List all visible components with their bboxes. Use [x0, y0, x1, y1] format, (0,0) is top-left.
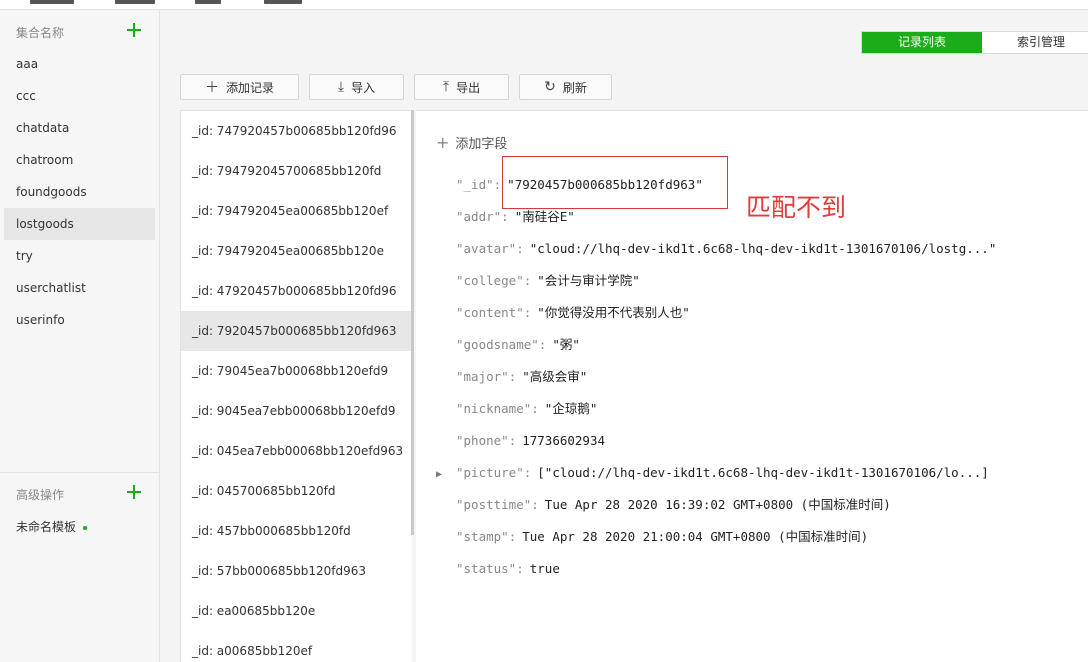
field-value: "高级会审" [522, 369, 588, 384]
field-row[interactable]: "nickname": "企琼鹅" [436, 398, 1086, 430]
export-label: 导出 [456, 80, 481, 95]
record-item[interactable]: _id: 045700685bb120fd [181, 471, 412, 511]
field-key: "avatar" [456, 241, 517, 256]
record-item[interactable]: _id: 794792045700685bb120fd [181, 151, 412, 191]
record-item[interactable]: _id: a00685bb120ef [181, 631, 412, 662]
collection-item-foundgoods[interactable]: foundgoods [4, 176, 155, 208]
add-field-label: 添加字段 [455, 137, 508, 152]
record-item[interactable]: _id: ea00685bb120e [181, 591, 412, 631]
collection-item-userinfo[interactable]: userinfo [4, 304, 155, 336]
tab-records[interactable]: 记录列表 [862, 32, 982, 53]
view-tabs: 记录列表 索引管理 [861, 31, 1088, 54]
unsaved-dot-icon [83, 525, 88, 530]
collection-item-lostgoods[interactable]: lostgoods [4, 208, 155, 240]
field-value: "会计与审计学院" [537, 273, 640, 288]
record-item[interactable]: _id: 045ea7ebb00068bb120efd963 [181, 431, 412, 471]
field-row[interactable]: "goodsname": "粥" [436, 334, 1086, 366]
collection-list: aaa ccc chatdata chatroom foundgoods los… [4, 48, 155, 336]
field-key: "phone" [456, 433, 509, 448]
field-row[interactable]: "major": "高级会审" [436, 366, 1086, 398]
record-item[interactable]: _id: 47920457b000685bb120fd96 [181, 271, 412, 311]
sidebar: 集合名称 aaa ccc chatdata chatroom foundgood… [0, 10, 160, 662]
add-template-icon[interactable] [126, 484, 142, 500]
collections-header: 集合名称 [16, 26, 65, 40]
download-icon: ⤓ [337, 79, 345, 95]
import-button[interactable]: ⤓ 导入 [309, 74, 404, 100]
collection-item-aaa[interactable]: aaa [4, 48, 155, 80]
tab-index[interactable]: 索引管理 [982, 32, 1088, 53]
record-item[interactable]: _id: 794792045ea00685bb120ef [181, 191, 412, 231]
field-key: "college" [456, 273, 524, 288]
field-value: "南硅谷E" [514, 209, 575, 224]
field-key: "posttime" [456, 497, 532, 512]
advanced-header: 高级操作 [16, 488, 65, 502]
field-key: "content" [456, 305, 524, 320]
field-row[interactable]: "stamp": Tue Apr 28 2020 21:00:04 GMT+080… [436, 526, 1086, 558]
field-key: "status" [456, 561, 517, 576]
refresh-icon: ↻ [544, 79, 556, 95]
field-value: ["cloud://lhq-dev-ikd1t.6c68-lhq-dev-ikd… [537, 465, 989, 480]
collection-item-try[interactable]: try [4, 240, 155, 272]
field-value: "你觉得没用不代表别人也" [537, 305, 690, 320]
record-item-selected[interactable]: _id: 7920457b000685bb120fd963 [181, 311, 412, 351]
sidebar-divider [0, 472, 159, 473]
template-item[interactable]: 未命名模板 [16, 518, 88, 535]
field-value: 17736602934 [522, 433, 606, 448]
record-item[interactable]: _id: 57bb000685bb120fd963 [181, 551, 412, 591]
field-value: true [529, 561, 560, 576]
field-list: "_id": "7920457b000685bb120fd963" "addr":… [436, 174, 1086, 590]
annotation-text: 匹配不到 [746, 193, 847, 222]
record-list-scrollbar[interactable] [411, 110, 414, 535]
toolbar: ＋ 添加记录 ⤓ 导入 ⤒ 导出 ↻ 刷新 [180, 74, 612, 100]
collection-item-ccc[interactable]: ccc [4, 80, 155, 112]
field-row[interactable]: "phone": 17736602934 [436, 430, 1086, 462]
collection-item-chatdata[interactable]: chatdata [4, 112, 155, 144]
field-key: "major" [456, 369, 509, 384]
field-row[interactable]: "status": true [436, 558, 1086, 590]
top-menu-strip [0, 0, 1088, 10]
refresh-button[interactable]: ↻ 刷新 [519, 74, 612, 100]
field-row[interactable]: ▶ "picture": ["cloud://lhq-dev-ikd1t.6c68-… [436, 462, 1086, 494]
field-value: "企琼鹅" [544, 401, 598, 416]
field-row[interactable]: "posttime": Tue Apr 28 2020 16:39:02 GMT+… [436, 494, 1086, 526]
field-key: "stamp" [456, 529, 509, 544]
field-key: "goodsname" [456, 337, 539, 352]
template-label: 未命名模板 [16, 520, 77, 534]
upload-icon: ⤒ [442, 79, 450, 95]
add-record-button[interactable]: ＋ 添加记录 [180, 74, 299, 100]
expand-arrow-icon[interactable]: ▶ [436, 464, 456, 486]
record-item[interactable]: _id: 747920457b00685bb120fd96 [181, 111, 412, 151]
record-item[interactable]: _id: 9045ea7ebb00068bb120efd9 [181, 391, 412, 431]
main-panel: 记录列表 索引管理 ＋ 添加记录 ⤓ 导入 ⤒ 导出 ↻ 刷新 _id: 747… [160, 10, 1088, 662]
collection-item-chatroom[interactable]: chatroom [4, 144, 155, 176]
record-item[interactable]: _id: 457bb000685bb120fd [181, 511, 412, 551]
field-row[interactable]: "content": "你觉得没用不代表别人也" [436, 302, 1086, 334]
export-button[interactable]: ⤒ 导出 [414, 74, 509, 100]
record-item[interactable]: _id: 794792045ea00685bb120e [181, 231, 412, 271]
field-value: "粥" [552, 337, 580, 352]
field-key: "picture" [456, 465, 524, 480]
add-collection-icon[interactable] [126, 22, 142, 38]
collection-item-userchatlist[interactable]: userchatlist [4, 272, 155, 304]
field-row[interactable]: "college": "会计与审计学院" [436, 270, 1086, 302]
plus-icon: + [436, 132, 450, 152]
plus-icon: ＋ [204, 80, 219, 96]
field-key: "addr" [456, 209, 502, 224]
field-value: Tue Apr 28 2020 21:00:04 GMT+0800 (中国标准时… [522, 529, 869, 544]
record-list: _id: 747920457b00685bb120fd96 _id: 79479… [180, 110, 412, 662]
field-value: Tue Apr 28 2020 16:39:02 GMT+0800 (中国标准时… [544, 497, 891, 512]
add-field-button[interactable]: + 添加字段 [436, 133, 507, 152]
add-record-label: 添加记录 [225, 80, 274, 95]
field-row[interactable]: "avatar": "cloud://lhq-dev-ikd1t.6c68-lhq… [436, 238, 1086, 270]
highlight-box [502, 156, 728, 209]
field-value: "cloud://lhq-dev-ikd1t.6c68-lhq-dev-ikd1… [529, 241, 997, 256]
field-key: "_id" [456, 177, 494, 192]
field-key: "nickname" [456, 401, 532, 416]
import-label: 导入 [351, 80, 376, 95]
refresh-label: 刷新 [562, 80, 587, 95]
record-item[interactable]: _id: 79045ea7b00068bb120efd9 [181, 351, 412, 391]
